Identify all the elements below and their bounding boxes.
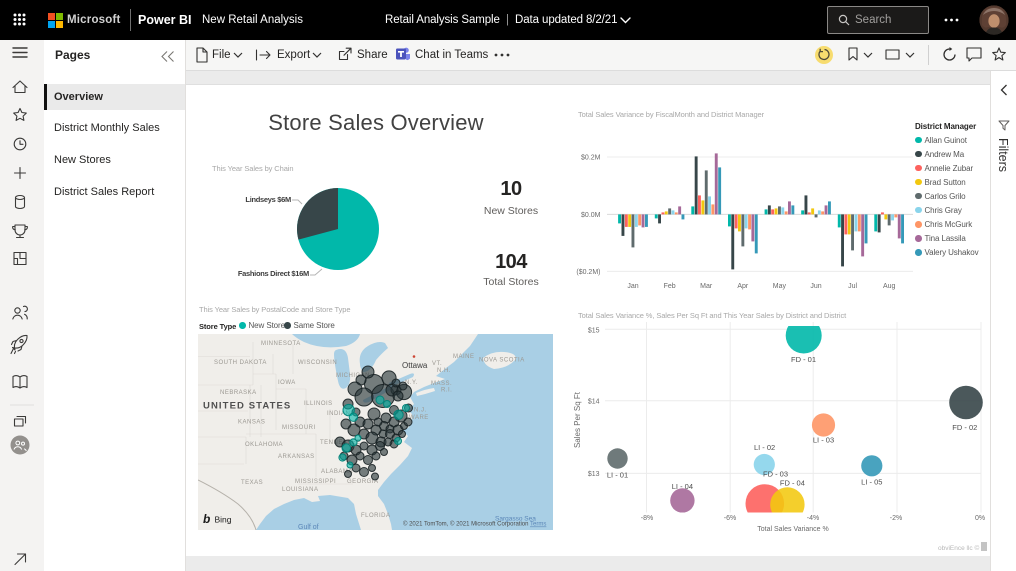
svg-text:Ottawa: Ottawa bbox=[402, 361, 428, 370]
svg-text:© 2021 TomTom, © 2021 Microsof: © 2021 TomTom, © 2021 Microsoft Corporat… bbox=[403, 521, 546, 528]
svg-text:$0.2M: $0.2M bbox=[581, 155, 601, 162]
svg-text:MAINE: MAINE bbox=[453, 354, 475, 360]
svg-text:Apr: Apr bbox=[737, 283, 749, 290]
svg-text:-2%: -2% bbox=[890, 515, 902, 522]
svg-text:LI - 03: LI - 03 bbox=[813, 436, 834, 445]
svg-text:TEXAS: TEXAS bbox=[241, 480, 263, 486]
svg-text:SOUTH DAKOTA: SOUTH DAKOTA bbox=[214, 360, 267, 366]
svg-text:$15: $15 bbox=[588, 328, 600, 335]
svg-text:$14: $14 bbox=[588, 399, 600, 406]
svg-text:Bing: Bing bbox=[215, 515, 232, 525]
svg-text:N.H.: N.H. bbox=[437, 368, 451, 374]
svg-text:MINNESOTA: MINNESOTA bbox=[261, 341, 301, 347]
svg-text:R.I.: R.I. bbox=[441, 388, 452, 394]
svg-text:-8%: -8% bbox=[641, 515, 653, 522]
svg-text:Jul: Jul bbox=[848, 283, 857, 290]
svg-text:-4%: -4% bbox=[807, 515, 819, 522]
svg-text:FD - 04: FD - 04 bbox=[780, 479, 805, 488]
svg-text:-6%: -6% bbox=[724, 515, 736, 522]
svg-text:LI - 01: LI - 01 bbox=[607, 470, 628, 479]
svg-text:Mar: Mar bbox=[700, 283, 713, 290]
svg-text:MISSOURI: MISSOURI bbox=[282, 425, 316, 431]
svg-text:LI - 04: LI - 04 bbox=[672, 482, 693, 491]
svg-text:May: May bbox=[773, 283, 787, 290]
svg-text:Aug: Aug bbox=[883, 283, 896, 290]
svg-text:Feb: Feb bbox=[664, 283, 676, 290]
svg-text:WISCONSIN: WISCONSIN bbox=[298, 360, 337, 366]
svg-text:0%: 0% bbox=[975, 515, 985, 522]
svg-text:LI - 05: LI - 05 bbox=[861, 478, 882, 487]
svg-text:MISSISSIPPI: MISSISSIPPI bbox=[295, 479, 336, 485]
svg-text:N.J.: N.J. bbox=[414, 408, 427, 414]
svg-text:b: b bbox=[203, 512, 210, 526]
svg-text:ILLINOIS: ILLINOIS bbox=[304, 401, 333, 407]
svg-text:LI - 02: LI - 02 bbox=[754, 443, 775, 452]
svg-text:OKLAHOMA: OKLAHOMA bbox=[245, 442, 283, 448]
svg-text:($0.2M): ($0.2M) bbox=[576, 269, 600, 276]
svg-text:FD - 02: FD - 02 bbox=[952, 423, 977, 432]
svg-text:$0.0M: $0.0M bbox=[581, 212, 601, 219]
svg-text:VT.: VT. bbox=[432, 361, 442, 367]
svg-text:NEBRASKA: NEBRASKA bbox=[220, 390, 257, 396]
svg-text:FLORIDA: FLORIDA bbox=[361, 513, 391, 519]
svg-text:MASS.: MASS. bbox=[431, 381, 452, 387]
svg-text:Total Sales Variance %: Total Sales Variance % bbox=[757, 526, 828, 533]
svg-text:FD - 01: FD - 01 bbox=[791, 355, 816, 364]
svg-text:ARKANSAS: ARKANSAS bbox=[278, 454, 315, 460]
svg-text:IOWA: IOWA bbox=[278, 380, 296, 386]
svg-text:Jun: Jun bbox=[810, 283, 821, 290]
svg-text:KANSAS: KANSAS bbox=[238, 420, 265, 426]
svg-text:FD - 03: FD - 03 bbox=[763, 470, 788, 479]
svg-text:Gulf of: Gulf of bbox=[298, 524, 319, 530]
svg-text:NOVA SCOTIA: NOVA SCOTIA bbox=[479, 358, 525, 364]
svg-text:$13: $13 bbox=[588, 471, 600, 478]
svg-text:LOUISIANA: LOUISIANA bbox=[282, 487, 319, 493]
svg-text:Jan: Jan bbox=[627, 283, 638, 290]
svg-text:UNITED STATES: UNITED STATES bbox=[203, 401, 291, 412]
